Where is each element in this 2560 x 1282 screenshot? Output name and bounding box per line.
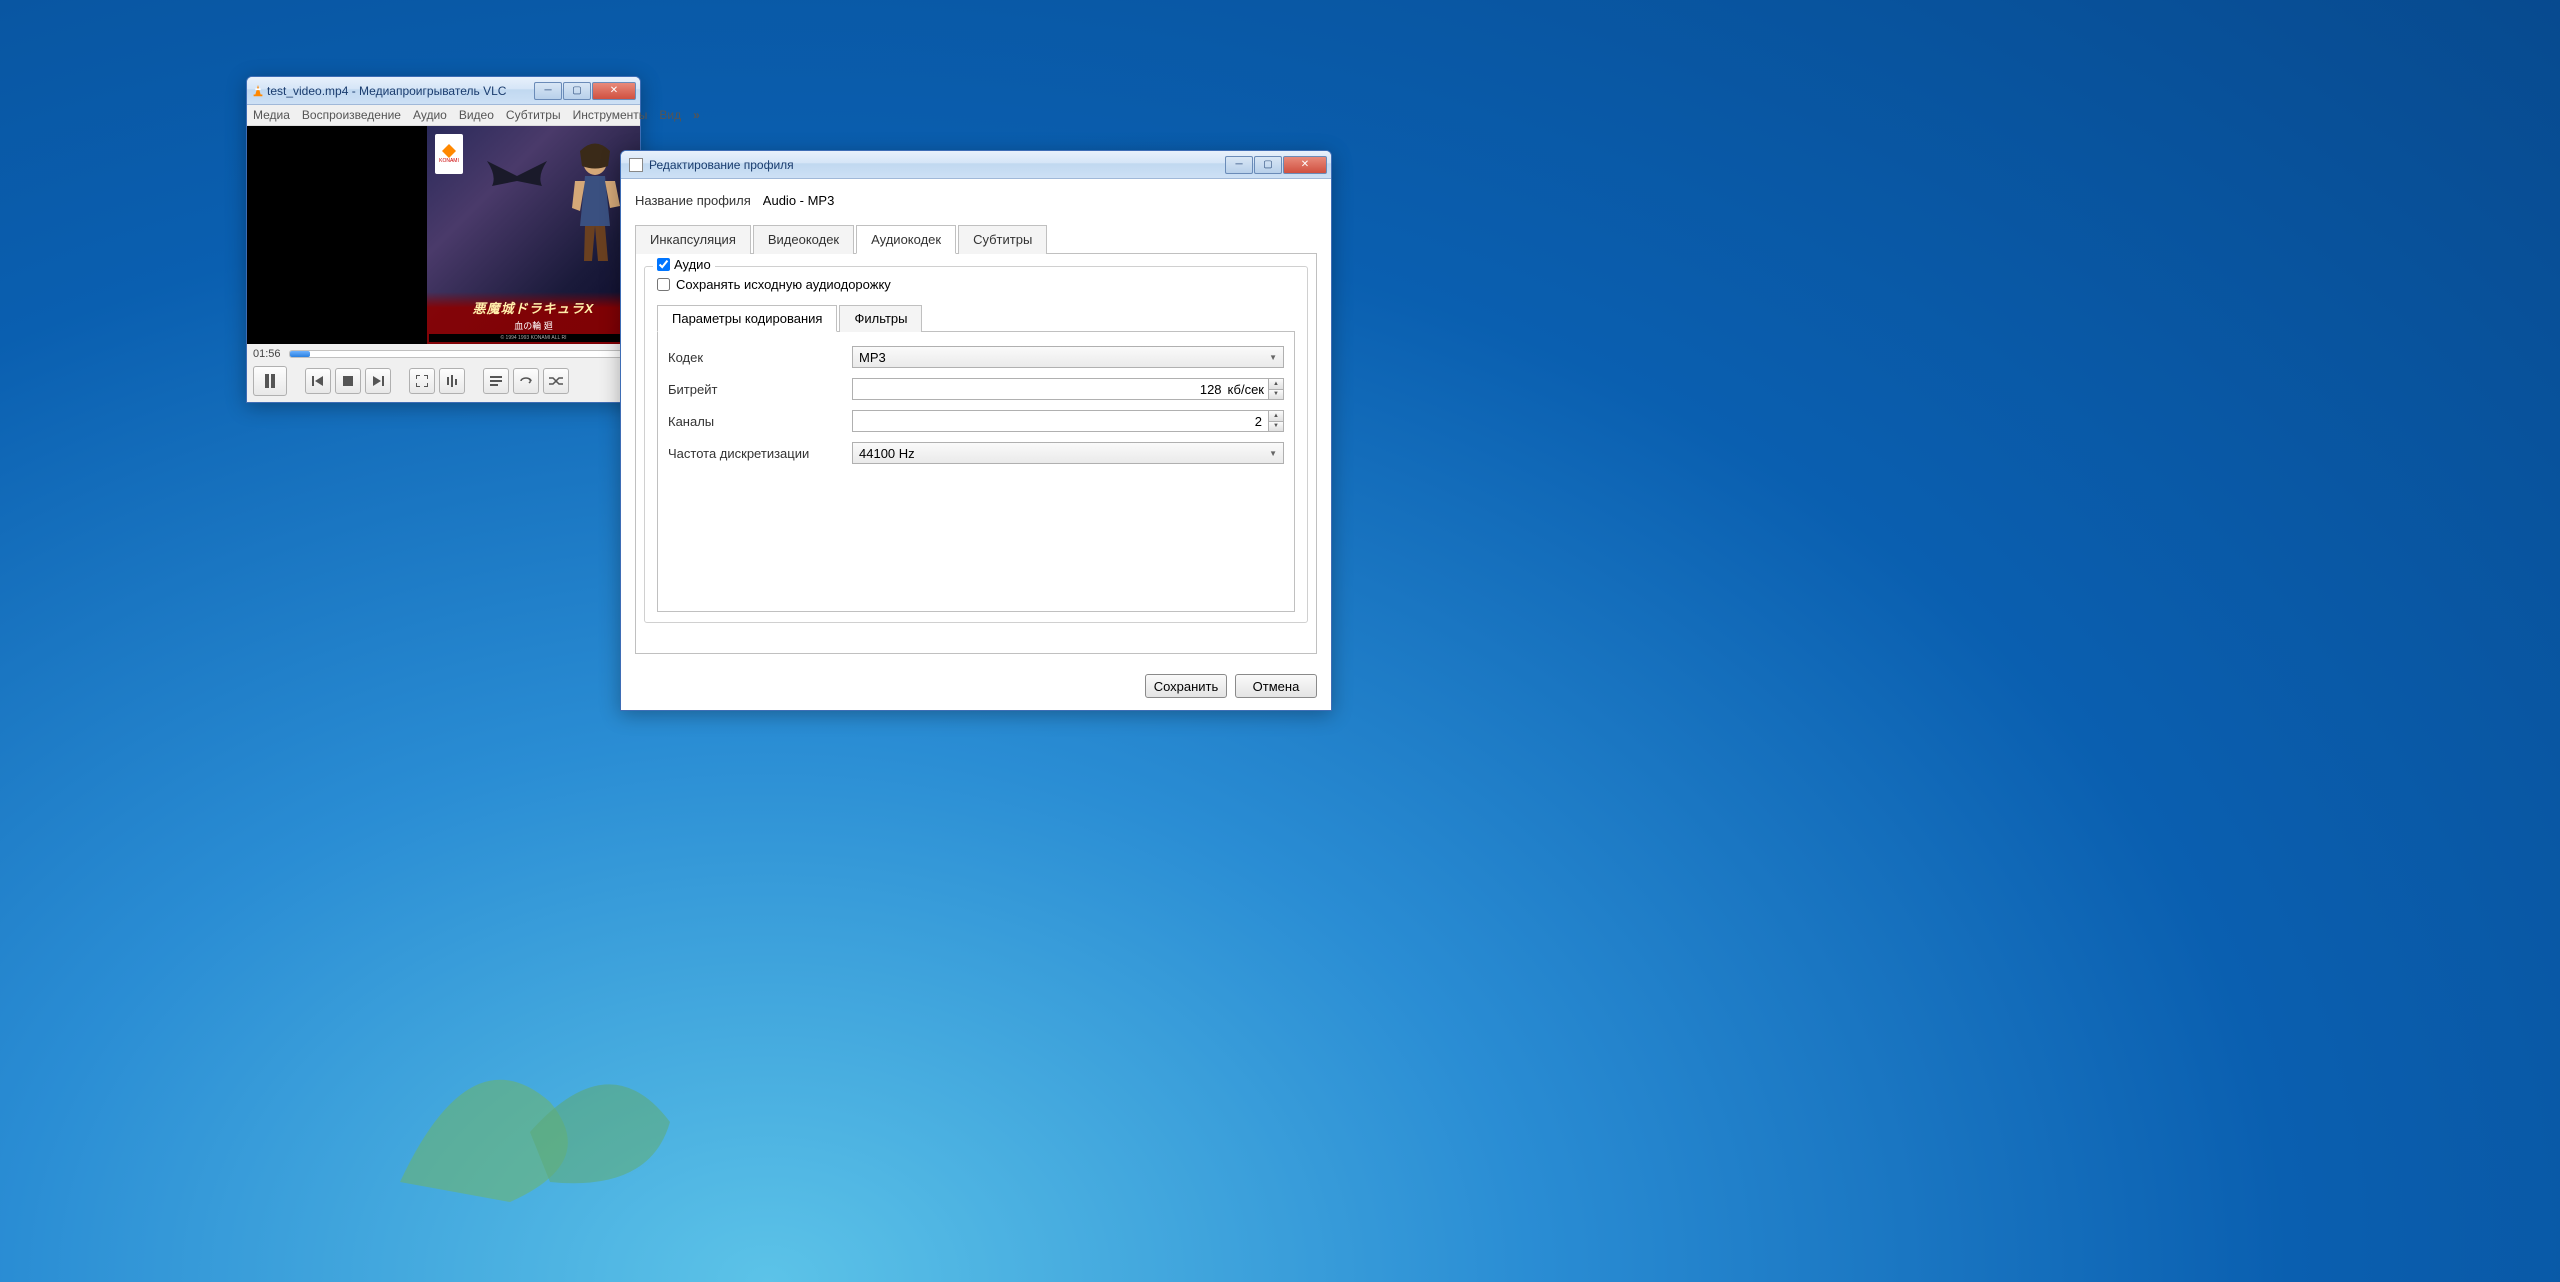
dialog-title: Редактирование профиля	[647, 158, 1225, 172]
menu-playback[interactable]: Воспроизведение	[302, 108, 401, 122]
chevron-down-icon: ▼	[1269, 353, 1277, 362]
menu-audio[interactable]: Аудио	[413, 108, 447, 122]
dialog-titlebar[interactable]: Редактирование профиля ─ ▢ ✕	[621, 151, 1331, 179]
skip-forward-icon	[372, 376, 384, 386]
bitrate-spinbox[interactable]: кб/сек ▲ ▼	[852, 378, 1284, 400]
stop-icon	[343, 376, 353, 386]
bitrate-input[interactable]	[852, 378, 1228, 400]
vlc-titlebar[interactable]: test_video.mp4 - Медиапроигрыватель VLC …	[247, 77, 640, 105]
cancel-button[interactable]: Отмена	[1235, 674, 1317, 698]
tab-subtitles[interactable]: Субтитры	[958, 225, 1047, 254]
sub-tabs: Параметры кодирования Фильтры	[657, 304, 1295, 332]
encoding-panel: Кодек MP3 ▼ Битрейт	[657, 332, 1295, 612]
vlc-elapsed-time[interactable]: 01:56	[253, 348, 281, 360]
audio-fieldset: Аудио Сохранять исходную аудиодорожку Па…	[644, 266, 1308, 623]
channels-label: Каналы	[668, 414, 852, 429]
ext-settings-button[interactable]	[439, 368, 465, 394]
bitrate-unit: кб/сек	[1228, 378, 1268, 400]
vlc-close-button[interactable]: ✕	[592, 82, 636, 100]
save-button[interactable]: Сохранить	[1145, 674, 1227, 698]
dialog-minimize-button[interactable]: ─	[1225, 156, 1253, 174]
shuffle-icon	[549, 376, 563, 386]
shuffle-button[interactable]	[543, 368, 569, 394]
stop-button[interactable]	[335, 368, 361, 394]
vlc-minimize-button[interactable]: ─	[534, 82, 562, 100]
dialog-icon	[629, 158, 643, 172]
dialog-maximize-button[interactable]: ▢	[1254, 156, 1282, 174]
loop-button[interactable]	[513, 368, 539, 394]
equalizer-icon	[446, 375, 458, 387]
menu-tools[interactable]: Инструменты	[573, 108, 648, 122]
menu-media[interactable]: Медиа	[253, 108, 290, 122]
vlc-window-title: test_video.mp4 - Медиапроигрыватель VLC	[265, 84, 534, 98]
loop-icon	[519, 376, 533, 386]
audio-enable-checkbox[interactable]	[657, 258, 670, 271]
codec-combo[interactable]: MP3 ▼	[852, 346, 1284, 368]
vlc-controls: 01:56	[247, 344, 640, 402]
tab-video-codec[interactable]: Видеокодек	[753, 225, 854, 254]
playlist-icon	[490, 376, 502, 386]
samplerate-label: Частота дискретизации	[668, 446, 852, 461]
prev-button[interactable]	[305, 368, 331, 394]
vlc-menubar: Медиа Воспроизведение Аудио Видео Субтит…	[247, 105, 640, 126]
tab-encapsulation[interactable]: Инкапсуляция	[635, 225, 751, 254]
dialog-footer: Сохранить Отмена	[621, 666, 1331, 710]
wallpaper-leaf	[350, 982, 700, 1232]
bitrate-label: Битрейт	[668, 382, 852, 397]
konami-logo: KONAMI	[435, 134, 463, 174]
pause-button[interactable]	[253, 366, 287, 396]
channels-spin-up[interactable]: ▲	[1269, 411, 1283, 422]
bitrate-spin-up[interactable]: ▲	[1269, 379, 1283, 390]
playlist-button[interactable]	[483, 368, 509, 394]
pause-icon	[264, 374, 276, 388]
menu-overflow[interactable]: »	[693, 108, 700, 122]
tab-content: Аудио Сохранять исходную аудиодорожку Па…	[635, 254, 1317, 654]
samplerate-combo[interactable]: 44100 Hz ▼	[852, 442, 1284, 464]
channels-spin-down[interactable]: ▼	[1269, 422, 1283, 432]
keep-original-checkbox[interactable]	[657, 278, 670, 291]
vlc-seek-slider[interactable]	[289, 350, 634, 358]
vlc-player-window: test_video.mp4 - Медиапроигрыватель VLC …	[246, 76, 641, 403]
game-title-overlay: 悪魔城ドラキュラX 血の輪 廻 © 1994 1993 KONAMI ALL R…	[427, 292, 640, 344]
codec-label: Кодек	[668, 350, 852, 365]
menu-subtitle[interactable]: Субтитры	[506, 108, 561, 122]
skip-back-icon	[312, 376, 324, 386]
next-button[interactable]	[365, 368, 391, 394]
profile-name-input[interactable]	[761, 191, 1317, 210]
fullscreen-icon	[416, 375, 428, 387]
tab-audio-codec[interactable]: Аудиокодек	[856, 225, 956, 254]
keep-original-label: Сохранять исходную аудиодорожку	[676, 277, 891, 292]
subtab-encoding[interactable]: Параметры кодирования	[657, 305, 837, 332]
fullscreen-button[interactable]	[409, 368, 435, 394]
menu-view[interactable]: Вид	[659, 108, 681, 122]
channels-input[interactable]	[852, 410, 1268, 432]
profile-edit-dialog: Редактирование профиля ─ ▢ ✕ Название пр…	[620, 150, 1332, 711]
vlc-video-area[interactable]: KONAMI 悪魔城ドラキュラX 血の輪 廻 © 1994 1993 KONAM…	[247, 126, 640, 344]
menu-video[interactable]: Видео	[459, 108, 494, 122]
vlc-maximize-button[interactable]: ▢	[563, 82, 591, 100]
subtab-filters[interactable]: Фильтры	[839, 305, 922, 332]
bat-silhouette	[477, 156, 557, 196]
channels-spinbox[interactable]: ▲ ▼	[852, 410, 1284, 432]
dialog-close-button[interactable]: ✕	[1283, 156, 1327, 174]
audio-enable-label: Аудио	[674, 257, 711, 272]
bitrate-spin-down[interactable]: ▼	[1269, 390, 1283, 400]
main-tabs: Инкапсуляция Видеокодек Аудиокодек Субти…	[635, 224, 1317, 254]
vlc-cone-icon	[251, 84, 265, 98]
chevron-down-icon: ▼	[1269, 449, 1277, 458]
profile-name-label: Название профиля	[635, 193, 751, 208]
